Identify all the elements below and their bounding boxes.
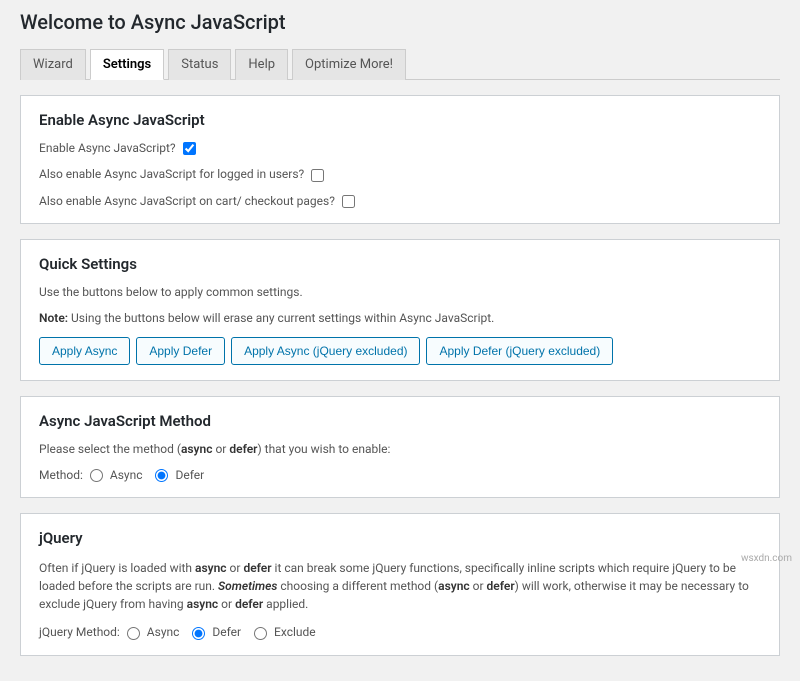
jquery-radio-exclude[interactable] [254, 627, 267, 640]
method-radio-defer[interactable] [155, 469, 168, 482]
page-title: Welcome to Async JavaScript [20, 10, 780, 34]
method-radio-async[interactable] [90, 469, 103, 482]
method-heading: Async JavaScript Method [39, 412, 761, 430]
jquery-heading: jQuery [39, 529, 761, 547]
enable-checkbox-loggedin[interactable] [311, 169, 324, 182]
tab-status[interactable]: Status [168, 49, 231, 80]
apply-defer-button[interactable]: Apply Defer [136, 337, 225, 365]
note-label: Note: [39, 311, 68, 325]
enable-label-2: Also enable Async JavaScript for logged … [39, 167, 304, 181]
method-panel: Async JavaScript Method Please select th… [20, 396, 780, 498]
note-text: Using the buttons below will erase any c… [68, 311, 494, 325]
jquery-method-label: jQuery Method: [39, 625, 120, 639]
jquery-label-async: Async [147, 625, 180, 639]
enable-label-1: Enable Async JavaScript? [39, 141, 176, 155]
enable-row-1: Enable Async JavaScript? [39, 141, 761, 155]
tab-settings[interactable]: Settings [90, 49, 164, 80]
quick-settings-heading: Quick Settings [39, 255, 761, 273]
enable-label-3: Also enable Async JavaScript on cart/ ch… [39, 194, 335, 208]
tab-wizard[interactable]: Wizard [20, 49, 86, 80]
enable-panel: Enable Async JavaScript Enable Async Jav… [20, 95, 780, 224]
tab-bar: Wizard Settings Status Help Optimize Mor… [20, 49, 780, 80]
jquery-panel: jQuery Often if jQuery is loaded with as… [20, 513, 780, 655]
jquery-options: jQuery Method: Async Defer Exclude [39, 625, 761, 639]
jquery-radio-defer[interactable] [192, 627, 205, 640]
enable-row-2: Also enable Async JavaScript for logged … [39, 167, 761, 181]
jquery-radio-async[interactable] [127, 627, 140, 640]
apply-defer-jquery-excluded-button[interactable]: Apply Defer (jQuery excluded) [426, 337, 613, 365]
apply-async-jquery-excluded-button[interactable]: Apply Async (jQuery excluded) [231, 337, 420, 365]
method-label: Method: [39, 468, 83, 482]
enable-heading: Enable Async JavaScript [39, 111, 761, 129]
quick-settings-panel: Quick Settings Use the buttons below to … [20, 239, 780, 381]
tab-help[interactable]: Help [235, 49, 288, 80]
jquery-label-exclude: Exclude [274, 625, 316, 639]
method-label-async: Async [110, 468, 143, 482]
enable-checkbox-cart[interactable] [342, 195, 355, 208]
enable-row-3: Also enable Async JavaScript on cart/ ch… [39, 194, 761, 208]
tab-optimize-more[interactable]: Optimize More! [292, 49, 406, 80]
apply-async-button[interactable]: Apply Async [39, 337, 130, 365]
quick-settings-note: Note: Using the buttons below will erase… [39, 311, 761, 325]
method-label-defer: Defer [175, 468, 204, 482]
quick-settings-buttons: Apply Async Apply Defer Apply Async (jQu… [39, 337, 761, 365]
method-options: Method: Async Defer [39, 468, 761, 482]
quick-settings-intro: Use the buttons below to apply common se… [39, 285, 761, 299]
enable-checkbox-main[interactable] [183, 142, 196, 155]
watermark: wsxdn.com [741, 553, 792, 564]
method-intro: Please select the method (async or defer… [39, 442, 761, 456]
jquery-label-defer: Defer [212, 625, 241, 639]
jquery-description: Often if jQuery is loaded with async or … [39, 559, 761, 613]
